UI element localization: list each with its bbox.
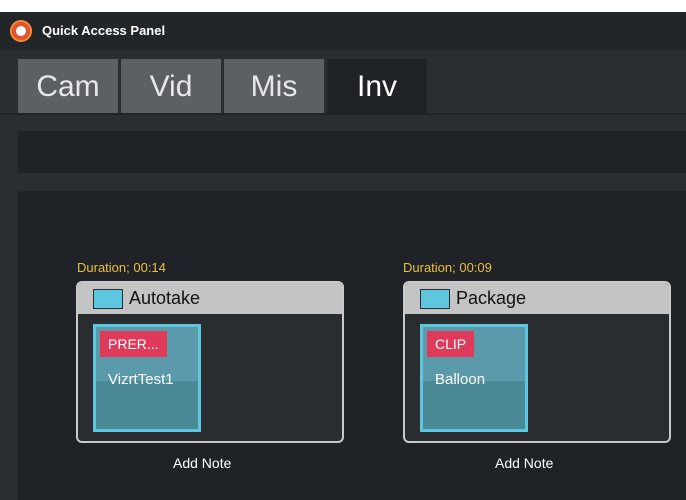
- item-duration: Duration; 00:09: [403, 260, 492, 275]
- card-header: Package: [405, 283, 669, 314]
- card-title: Package: [456, 288, 527, 308]
- tab-inv[interactable]: Inv: [327, 59, 427, 113]
- quick-access-panel-window: Quick Access Panel Cam Vid Mis Inv Durat…: [0, 12, 686, 500]
- tile-name: Balloon: [435, 371, 486, 388]
- app-logo-icon: [10, 20, 32, 42]
- tab-mis[interactable]: Mis: [224, 59, 324, 113]
- media-tile[interactable]: PRER... VizrtTest1: [93, 324, 201, 432]
- item-card[interactable]: Autotake PRER... VizrtTest1: [76, 281, 344, 443]
- tab-divider: [0, 113, 686, 115]
- title-bar: Quick Access Panel: [0, 12, 686, 50]
- toolbar-strip: [18, 131, 686, 173]
- add-note-link[interactable]: Add Note: [495, 455, 553, 471]
- color-swatch: [93, 289, 123, 309]
- items-area: Duration; 00:14 Autotake PRER... VizrtTe…: [18, 191, 686, 500]
- tab-cam[interactable]: Cam: [18, 59, 118, 113]
- tab-vid[interactable]: Vid: [121, 59, 221, 113]
- media-tile[interactable]: CLIP Balloon: [420, 324, 528, 432]
- tile-badge: CLIP: [427, 331, 475, 357]
- card-title: Autotake: [129, 288, 201, 308]
- color-swatch: [420, 289, 450, 309]
- add-note-link[interactable]: Add Note: [173, 455, 231, 471]
- item-card[interactable]: Package CLIP Balloon: [403, 281, 671, 443]
- tile-badge: PRER...: [100, 331, 167, 357]
- card-header: Autotake: [78, 283, 342, 314]
- tile-name: VizrtTest1: [108, 371, 174, 388]
- item-duration: Duration; 00:14: [77, 260, 166, 275]
- window-title: Quick Access Panel: [42, 23, 166, 38]
